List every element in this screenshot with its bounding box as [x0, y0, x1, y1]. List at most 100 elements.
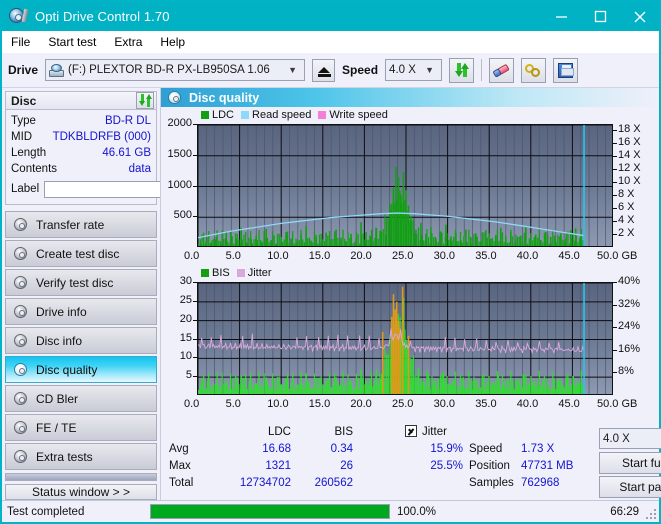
progress-bar: [150, 504, 390, 519]
disc-icon: [13, 333, 28, 348]
jitter-checkbox[interactable]: [405, 425, 417, 437]
y2-tick: [613, 143, 617, 145]
toolbar-divider: [481, 59, 483, 81]
disc-icon: [13, 217, 28, 232]
chevron-down-icon: ▼: [425, 65, 435, 75]
disc-key: MID: [11, 131, 33, 143]
resize-grip[interactable]: [646, 509, 656, 519]
x-tick-label: 35.0: [475, 398, 497, 410]
menu-item-file[interactable]: File: [11, 35, 30, 49]
result-speed-value: 4.0 X: [603, 432, 630, 445]
sidebar-item-transfer-rate[interactable]: Transfer rate: [5, 211, 157, 238]
drive-toolbar: Drive (F:) PLEXTOR BD-R PX-LB950SA 1.06 …: [2, 53, 659, 88]
start-full-button[interactable]: Start full: [599, 452, 661, 474]
window-controls: [542, 2, 659, 31]
sidebar-item-extra-tests[interactable]: Extra tests: [5, 443, 157, 470]
y2-tick: [613, 182, 617, 184]
content-title: Disc quality: [189, 90, 260, 105]
result-speed-select[interactable]: 4.0 X ▼: [599, 428, 661, 449]
save-button[interactable]: [553, 57, 579, 83]
sidebar-item-label: Drive info: [36, 304, 87, 319]
y2-tick-label: 4 X: [618, 214, 635, 227]
disc-refresh-button[interactable]: [136, 92, 154, 109]
disc-icon: [167, 91, 181, 104]
y2-tick-label: 10 X: [618, 175, 641, 188]
y2-tick-label: 18 X: [618, 123, 641, 136]
stats-row-key: Avg: [169, 443, 189, 455]
jitter-avg: 15.9%: [430, 443, 463, 455]
disc-row-label: Label: [11, 178, 247, 200]
stats-ldc-max: 1321: [265, 460, 291, 472]
content-pane: Disc quality LDC Read speed Write speed 500…: [160, 88, 661, 500]
legend-label: Read speed: [252, 109, 312, 121]
app-window: Opti Drive Control 1.70 File Start test …: [0, 0, 661, 524]
chevron-down-icon: ▼: [288, 65, 298, 75]
progress-percent: 100.0%: [397, 505, 437, 518]
drive-select[interactable]: (F:) PLEXTOR BD-R PX-LB950SA 1.06 ▼: [45, 59, 306, 81]
legend-label: BIS: [212, 267, 230, 279]
info-key-speed: Speed: [469, 443, 503, 455]
y-tick: [193, 357, 197, 359]
y2-tick: [613, 169, 617, 171]
y2-tick-label: 24%: [618, 320, 641, 333]
y2-tick: [613, 304, 617, 306]
menu-item-start-test[interactable]: Start test: [48, 35, 96, 49]
x-tick-label: 40.0: [516, 398, 539, 410]
minimize-icon[interactable]: [542, 2, 581, 31]
sidebar-item-disc-info[interactable]: Disc info: [5, 327, 157, 354]
legend-label: Write speed: [329, 109, 388, 121]
ldc-chart[interactable]: LDC Read speed Write speed 500 1000 1500 2000 2…: [163, 108, 657, 266]
y2-tick: [613, 208, 617, 210]
sidebar-item-cd-bler[interactable]: CD Bler: [5, 385, 157, 412]
x-tick-label: 15.0: [308, 250, 331, 262]
sidebar-item-verify-test-disc[interactable]: Verify test disc: [5, 269, 157, 296]
menu-item-help[interactable]: Help: [160, 35, 185, 49]
legend-item: Write speed: [318, 109, 388, 121]
link-button[interactable]: [521, 57, 547, 83]
y2-tick: [613, 327, 617, 329]
y-tick-label: 10: [179, 350, 192, 363]
x-tick-label: 5.0: [225, 398, 241, 410]
sidebar-item-drive-info[interactable]: Drive info: [5, 298, 157, 325]
y2-tick: [613, 282, 617, 283]
stats-bis-max: 26: [340, 460, 353, 472]
close-icon[interactable]: [620, 2, 659, 31]
y-tick-label: 1000: [167, 178, 192, 191]
start-part-button[interactable]: Start part: [599, 476, 661, 498]
y-tick: [193, 338, 197, 340]
stats-col-ldc: LDC: [267, 426, 291, 438]
menu-item-extra[interactable]: Extra: [114, 35, 142, 49]
refresh-icon: [138, 94, 152, 107]
sidebar-item-fe-te[interactable]: FE / TE: [5, 414, 157, 441]
disc-panel-header: Disc: [5, 91, 157, 110]
chain-icon: [525, 63, 542, 78]
y2-tick-label: 40%: [618, 275, 641, 287]
y-tick-label: 15: [179, 331, 192, 344]
eject-button[interactable]: [312, 58, 336, 82]
disc-icon: [13, 246, 28, 261]
speed-select[interactable]: 4.0 X ▼: [385, 59, 443, 81]
sidebar-spacer: [5, 473, 157, 481]
drive-icon: [49, 63, 65, 77]
y2-tick-label: 12 X: [618, 162, 641, 175]
erase-button[interactable]: [489, 57, 515, 83]
sidebar-item-disc-quality[interactable]: Disc quality: [5, 356, 157, 383]
maximize-icon[interactable]: [581, 2, 620, 31]
x-tick-label: 50.0 GB: [597, 250, 638, 262]
status-window-button[interactable]: Status window > >: [5, 484, 157, 500]
y-tick: [193, 216, 197, 218]
sidebar: Disc Type BD-R DL MID TDKBLDRFB (000) Le…: [2, 88, 247, 500]
disc-row-contents: Contents data: [11, 161, 151, 177]
disc-key: Contents: [11, 163, 58, 175]
legend-label: Jitter: [247, 267, 272, 279]
refresh-button[interactable]: [449, 57, 475, 83]
sidebar-item-create-test-disc[interactable]: Create test disc: [5, 240, 157, 267]
disc-row-mid: MID TDKBLDRFB (000): [11, 129, 151, 145]
jitter-stats: Jitter 15.9% 25.5% Speed Position Sample…: [401, 424, 521, 500]
chart-legend: LDC Read speed Write speed: [201, 109, 392, 121]
bis-jitter-chart[interactable]: BIS Jitter 5 10 15 20 25 30 8% 16% 24% 32% 40% 0.0 5.0…: [163, 266, 657, 414]
legend-item: BIS: [201, 267, 230, 279]
disc-panel-body: Type BD-R DL MID TDKBLDRFB (000) Length …: [5, 110, 247, 205]
x-tick-label: 30.0: [433, 398, 456, 410]
stats-table: LDC BIS Avg 16.68 0.34 Max 1321 26 Total…: [169, 424, 401, 500]
